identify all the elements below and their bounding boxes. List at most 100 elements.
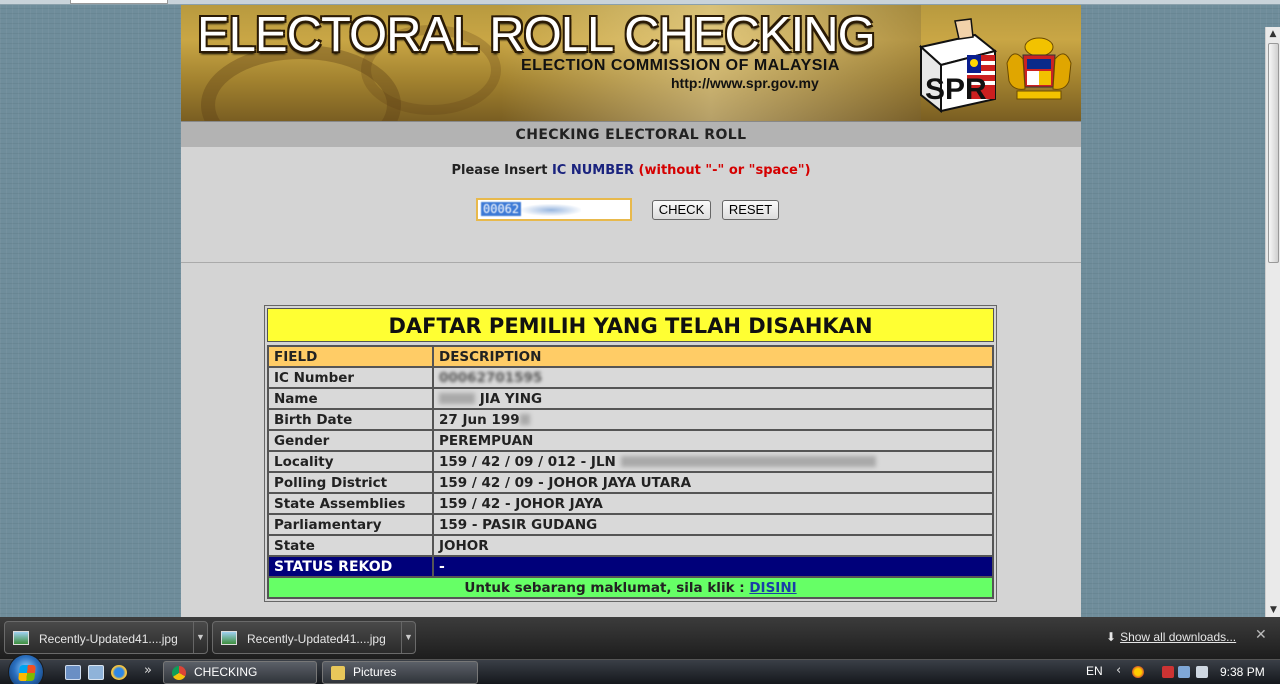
taskbar-button-pictures[interactable]: Pictures xyxy=(322,661,478,684)
taskbar-button-chrome[interactable]: CHECKING ELECTO... xyxy=(163,661,317,684)
field-column-header: FIELD xyxy=(267,345,434,368)
ic-number-input[interactable]: 00062 xyxy=(476,198,632,221)
banner: ELECTORAL ROLL CHECKING ELECTION COMMISS… xyxy=(181,5,1081,121)
image-file-icon xyxy=(13,631,29,645)
redacted-blur xyxy=(620,456,876,467)
show-desktop-icon[interactable] xyxy=(65,665,81,680)
tray-app-icon[interactable] xyxy=(1162,666,1174,678)
name-value: JIA YING xyxy=(479,390,543,407)
table-row: Polling District 159 / 42 / 09 - JOHOR J… xyxy=(267,471,994,494)
ic-number-value-redacted: 00062701595 xyxy=(439,369,543,386)
check-button[interactable]: CHECK xyxy=(652,200,711,220)
banner-title: ELECTORAL ROLL CHECKING xyxy=(197,8,876,62)
tray-app-icon[interactable] xyxy=(1132,666,1144,678)
field-label: Gender xyxy=(267,429,434,452)
result-panel: DAFTAR PEMILIH YANG TELAH DISAHKAN FIELD… xyxy=(264,305,997,602)
instruction-prefix: Please Insert xyxy=(451,163,552,178)
web-page: ELECTORAL ROLL CHECKING ELECTION COMMISS… xyxy=(181,5,1081,617)
chrome-icon xyxy=(172,666,186,680)
field-label: Polling District xyxy=(267,471,434,494)
taskbar-button-label: Pictures xyxy=(353,665,397,679)
field-value: 159 / 42 - JOHOR JAYA xyxy=(432,492,994,515)
result-title: DAFTAR PEMILIH YANG TELAH DISAHKAN xyxy=(267,308,994,342)
quick-launch-more-icon[interactable]: » xyxy=(144,663,152,678)
field-value: 00062701595 xyxy=(432,366,994,389)
instruction-text: Please Insert IC NUMBER (without "-" or … xyxy=(181,163,1081,178)
download-filename: Recently-Updated41....jpg xyxy=(39,632,178,646)
disini-link[interactable]: DISINI xyxy=(749,580,796,596)
field-value: JIA YING xyxy=(432,387,994,410)
footer-row: Untuk sebarang maklumat, sila klik : DIS… xyxy=(267,576,994,599)
start-button[interactable] xyxy=(8,654,44,684)
redacted-blur xyxy=(519,414,530,425)
ic-number-value: 00062 xyxy=(481,202,522,216)
language-indicator[interactable]: EN xyxy=(1086,664,1103,678)
page-heading: CHECKING ELECTORAL ROLL xyxy=(181,121,1081,147)
network-icon[interactable] xyxy=(1178,666,1190,678)
table-row: Locality 159 / 42 / 09 / 012 - JLN xyxy=(267,450,994,473)
vertical-scrollbar[interactable]: ▲ ▼ xyxy=(1265,27,1280,617)
show-all-downloads-link[interactable]: ⬇ Show all downloads... xyxy=(1106,630,1236,644)
field-label: State Assemblies xyxy=(267,492,434,515)
field-label: State xyxy=(267,534,434,557)
download-item[interactable]: Recently-Updated41....jpg ▼ xyxy=(4,621,208,654)
footer-cell: Untuk sebarang maklumat, sila klik : DIS… xyxy=(267,576,994,599)
browser-tab[interactable] xyxy=(70,0,168,4)
field-label: Locality xyxy=(267,450,434,473)
internet-explorer-icon[interactable] xyxy=(111,665,127,680)
footer-text: Untuk sebarang maklumat, sila klik : xyxy=(464,579,750,596)
windows-logo-icon xyxy=(18,665,36,681)
field-value: 159 / 42 / 09 - JOHOR JAYA UTARA xyxy=(432,471,994,494)
status-label: STATUS REKOD xyxy=(267,555,434,578)
search-form: Please Insert IC NUMBER (without "-" or … xyxy=(181,147,1081,263)
banner-url: http://www.spr.gov.my xyxy=(671,75,819,91)
chevron-down-icon[interactable]: ▼ xyxy=(401,622,415,653)
redacted-blur xyxy=(439,393,475,404)
switch-windows-icon[interactable] xyxy=(88,665,104,680)
field-value: JOHOR xyxy=(432,534,994,557)
table-header-row: FIELD DESCRIPTION xyxy=(267,345,994,368)
download-filename: Recently-Updated41....jpg xyxy=(247,632,386,646)
download-item[interactable]: Recently-Updated41....jpg ▼ xyxy=(212,621,416,654)
scrollbar-thumb[interactable] xyxy=(1268,43,1279,263)
reset-button[interactable]: RESET xyxy=(722,200,779,220)
table-row: Parliamentary 159 - PASIR GUDANG xyxy=(267,513,994,536)
field-value: 159 - PASIR GUDANG xyxy=(432,513,994,536)
result-area: DAFTAR PEMILIH YANG TELAH DISAHKAN FIELD… xyxy=(181,263,1081,617)
downloads-bar: Recently-Updated41....jpg ▼ Recently-Upd… xyxy=(0,617,1280,659)
table-row: Gender PEREMPUAN xyxy=(267,429,994,452)
folder-icon xyxy=(331,666,345,680)
description-column-header: DESCRIPTION xyxy=(432,345,994,368)
banner-subtitle: ELECTION COMMISSION OF MALAYSIA xyxy=(521,57,840,74)
birth-date-value: 27 Jun 199 xyxy=(439,411,520,428)
field-value: PEREMPUAN xyxy=(432,429,994,452)
field-label: Parliamentary xyxy=(267,513,434,536)
field-value: 159 / 42 / 09 / 012 - JLN xyxy=(432,450,994,473)
locality-value: 159 / 42 / 09 / 012 - JLN xyxy=(439,453,616,470)
redacted-blur xyxy=(521,203,582,216)
table-row: Birth Date 27 Jun 199 xyxy=(267,408,994,431)
scroll-up-arrow-icon[interactable]: ▲ xyxy=(1266,27,1280,41)
field-label: IC Number xyxy=(267,366,434,389)
field-label: Birth Date xyxy=(267,408,434,431)
clock[interactable]: 9:38 PM xyxy=(1220,665,1265,679)
scroll-down-arrow-icon[interactable]: ▼ xyxy=(1266,603,1280,617)
field-label: Name xyxy=(267,387,434,410)
chevron-down-icon[interactable]: ▼ xyxy=(193,622,207,653)
close-icon[interactable]: ✕ xyxy=(1255,627,1267,643)
table-row: IC Number 00062701595 xyxy=(267,366,994,389)
download-arrow-icon: ⬇ xyxy=(1106,630,1117,644)
show-all-downloads-label: Show all downloads... xyxy=(1120,630,1237,644)
table-row: State Assemblies 159 / 42 - JOHOR JAYA xyxy=(267,492,994,515)
instruction-warning: (without "-" or "space") xyxy=(638,163,811,178)
show-hidden-icons-icon[interactable]: ‹ xyxy=(1116,663,1121,678)
taskbar-button-label: CHECKING ELECTO... xyxy=(194,665,258,679)
taskbar: » CHECKING ELECTO... Pictures EN ‹ 9:38 … xyxy=(0,654,1280,684)
status-value: - xyxy=(432,555,994,578)
table-row: State JOHOR xyxy=(267,534,994,557)
spr-logo-text: SPR xyxy=(925,73,987,106)
volume-icon[interactable] xyxy=(1196,666,1208,678)
field-value: 27 Jun 199 xyxy=(432,408,994,431)
instruction-ic: IC NUMBER xyxy=(551,163,635,178)
image-file-icon xyxy=(221,631,237,645)
